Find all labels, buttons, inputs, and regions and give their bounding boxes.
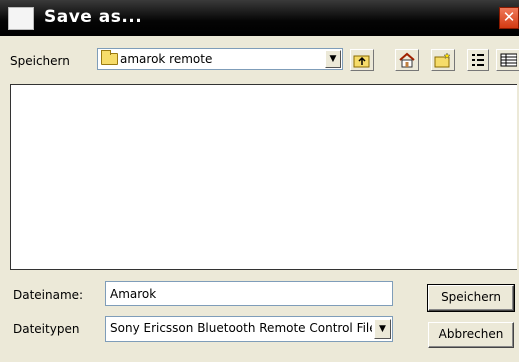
file-name-input[interactable]: [105, 281, 393, 306]
list-view-button[interactable]: [467, 49, 489, 71]
window-icon: [8, 7, 34, 30]
detail-view-button[interactable]: [496, 49, 519, 71]
new-folder-icon: [434, 52, 451, 68]
detail-view-icon: [500, 53, 517, 67]
home-icon: [399, 52, 415, 68]
location-dropdown[interactable]: amarok remote ▼: [97, 48, 343, 70]
save-in-label: Speichern: [10, 54, 70, 68]
chevron-down-icon[interactable]: ▼: [374, 319, 391, 339]
up-folder-icon: [353, 55, 370, 68]
list-view-icon: [472, 54, 484, 66]
file-name-label: Dateiname:: [13, 288, 84, 302]
file-type-dropdown[interactable]: Sony Ericsson Bluetooth Remote Control F…: [105, 316, 393, 342]
folder-icon: [101, 50, 118, 65]
close-button[interactable]: ✕: [499, 7, 519, 29]
file-list[interactable]: [10, 84, 517, 270]
new-folder-button[interactable]: [431, 49, 455, 71]
file-type-selected: Sony Ericsson Bluetooth Remote Control F…: [110, 321, 372, 335]
home-button[interactable]: [395, 49, 419, 71]
up-folder-button[interactable]: [350, 49, 374, 71]
chevron-down-icon[interactable]: ▼: [325, 50, 341, 68]
title-bar[interactable]: Save as... ✕: [0, 0, 519, 36]
file-type-label: Dateitypen: [13, 322, 80, 336]
cancel-button[interactable]: Abbrechen: [428, 322, 514, 348]
current-folder: amarok remote: [120, 52, 213, 66]
save-button[interactable]: Speichern: [427, 284, 515, 312]
window-title: Save as...: [44, 7, 143, 27]
